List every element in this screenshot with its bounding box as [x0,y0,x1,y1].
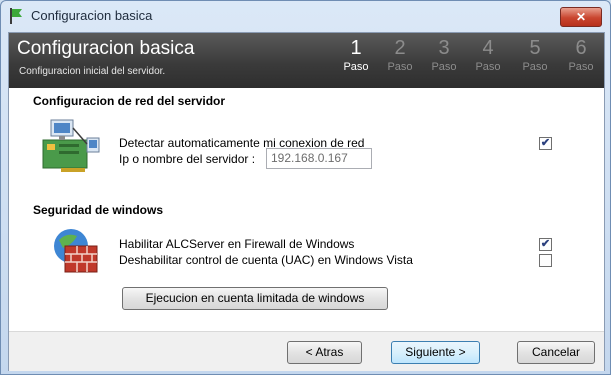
step-label: Paso [387,61,413,73]
next-button[interactable]: Siguiente > [391,341,480,364]
network-section-title: Configuracion de red del servidor [33,94,226,108]
check-mark: ✔ [540,238,551,250]
check-mark: ✔ [540,137,551,149]
cancel-button[interactable]: Cancelar [517,341,595,364]
banner-title: Configuracion basica [17,38,195,59]
step-label: Paso [568,61,594,73]
firewall-icon [54,229,98,273]
step-label: Paso [431,61,457,73]
step-number: 1 [350,37,362,59]
step-number: 4 [482,37,494,59]
dialog-window: Configuracion basica ✕ Configuracion bas… [0,0,611,375]
wizard-footer: < Atras Siguiente > Cancelar [9,331,604,371]
step-number: 5 [529,37,541,59]
security-section-title: Seguridad de windows [33,203,164,217]
step-3: 3 Paso [425,37,463,73]
step-number: 6 [575,37,587,59]
flag-icon [10,8,22,24]
firewall-checkbox[interactable]: ✔ [539,238,552,251]
step-1: 1 Paso [337,37,375,73]
uac-checkbox[interactable] [539,254,552,267]
step-4: 4 Paso [469,37,507,73]
server-input[interactable]: 192.168.0.167 [266,148,372,169]
step-label: Paso [343,61,369,73]
wizard-frame: Configuracion basica Configuracion inici… [8,32,605,371]
step-2: 2 Paso [381,37,419,73]
window-title: Configuracion basica [31,8,153,23]
step-number: 3 [438,37,450,59]
limited-account-button[interactable]: Ejecucion en cuenta limitada de windows [122,287,388,310]
step-label: Paso [475,61,501,73]
wizard-content: Configuracion de red del servidor Detect… [9,88,604,331]
step-6: 6 Paso [562,37,600,73]
back-button[interactable]: < Atras [287,341,362,364]
uac-label: Deshabilitar control de cuenta (UAC) en … [119,253,413,267]
title-bar[interactable]: Configuracion basica ✕ [1,1,610,31]
detect-network-checkbox[interactable]: ✔ [539,137,552,150]
close-button[interactable]: ✕ [560,7,602,27]
step-5: 5 Paso [516,37,554,73]
server-label: Ip o nombre del servidor : [119,152,256,166]
wizard-banner: Configuracion basica Configuracion inici… [9,33,604,88]
firewall-label: Habilitar ALCServer en Firewall de Windo… [119,237,355,251]
banner-subtitle: Configuracion inicial del servidor. [19,66,166,77]
step-number: 2 [394,37,406,59]
network-computers-icon [42,119,100,172]
step-label: Paso [522,61,548,73]
